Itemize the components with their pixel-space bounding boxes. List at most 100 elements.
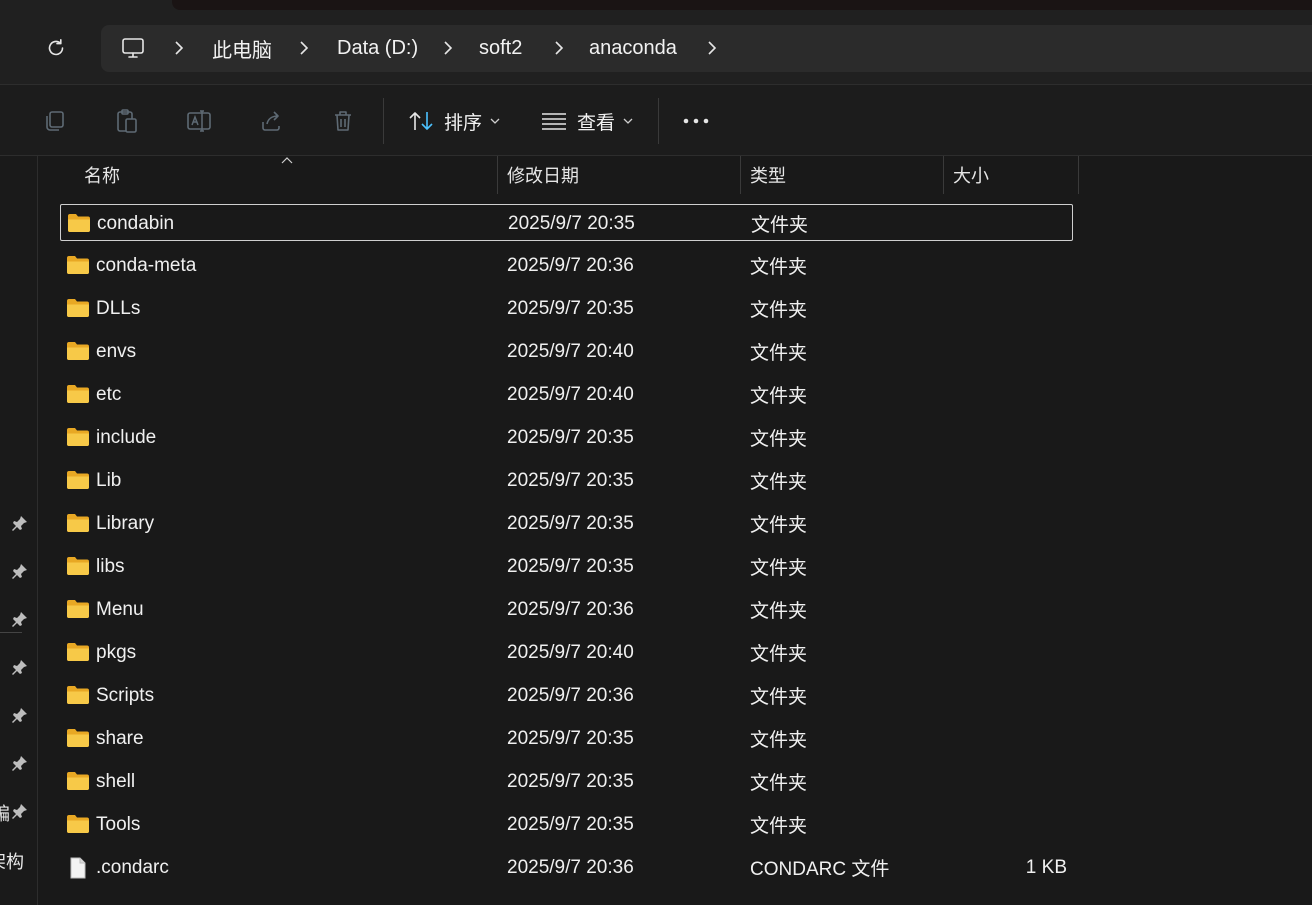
nav-item-label-partial[interactable]: 架构: [0, 848, 24, 874]
file-row[interactable]: DLLs 2025/9/7 20:35 文件夹: [60, 290, 1073, 327]
file-type: 文件夹: [750, 773, 808, 794]
copy-icon: [46, 111, 64, 131]
file-name: pkgs: [96, 641, 137, 663]
breadcrumb-item-this-pc[interactable]: 此电脑: [212, 25, 272, 72]
file-row[interactable]: include 2025/9/7 20:35 文件夹: [60, 419, 1073, 456]
breadcrumb[interactable]: 此电脑 Data (D:) soft2 anaconda: [101, 25, 1312, 72]
folder-icon: [66, 728, 90, 748]
file-name: include: [96, 426, 157, 448]
column-header-name[interactable]: 名称: [84, 156, 120, 194]
paste-button[interactable]: [107, 101, 147, 141]
file-row[interactable]: shell 2025/9/7 20:35 文件夹: [60, 763, 1073, 800]
chevron-right-icon[interactable]: [440, 40, 456, 56]
file-modified-date: 2025/9/7 20:35: [507, 813, 634, 835]
file-row[interactable]: Scripts 2025/9/7 20:36 文件夹: [60, 677, 1073, 714]
file-type: 文件夹: [750, 472, 808, 493]
column-separator[interactable]: [1078, 156, 1079, 194]
column-separator[interactable]: [943, 156, 944, 194]
folder-icon: [66, 341, 90, 361]
column-header-type[interactable]: 类型: [750, 156, 786, 194]
pin-icon[interactable]: [11, 514, 29, 532]
file-modified-date: 2025/9/7 20:36: [507, 684, 634, 706]
file-modified-date: 2025/9/7 20:35: [507, 555, 634, 577]
file-modified-date: 2025/9/7 20:35: [507, 469, 634, 491]
pin-icon[interactable]: [11, 658, 29, 676]
file-name: Tools: [96, 813, 141, 835]
chevron-right-icon[interactable]: [171, 40, 187, 56]
chevron-right-icon[interactable]: [704, 40, 720, 56]
folder-icon: [66, 427, 90, 447]
folder-icon: [66, 642, 90, 662]
nav-divider: [0, 632, 22, 633]
file-row[interactable]: Library 2025/9/7 20:35 文件夹: [60, 505, 1073, 542]
chevron-down-icon: [490, 118, 500, 124]
folder-icon: [66, 384, 90, 404]
refresh-icon: [48, 39, 64, 56]
folder-icon: [66, 556, 90, 576]
column-header-modified[interactable]: 修改日期: [507, 156, 579, 194]
folder-icon: [66, 685, 90, 705]
file-row[interactable]: conda-meta 2025/9/7 20:36 文件夹: [60, 247, 1073, 284]
file-list[interactable]: 名称 修改日期 类型 大小 condabin 2025/9/7 20:35 文件夹 c…: [38, 156, 1312, 905]
navigation-pane[interactable]: 编 架构: [0, 156, 38, 905]
file-modified-date: 2025/9/7 20:36: [507, 856, 634, 878]
file-name: shell: [96, 770, 136, 792]
nav-item-label-partial[interactable]: 编: [0, 800, 10, 826]
pin-icon[interactable]: [11, 802, 29, 820]
file-type: 文件夹: [750, 257, 808, 278]
pin-icon[interactable]: [11, 562, 29, 580]
chevron-right-icon[interactable]: [551, 40, 567, 56]
chevron-down-icon: [623, 118, 633, 124]
delete-button[interactable]: [323, 101, 363, 141]
file-row[interactable]: share 2025/9/7 20:35 文件夹: [60, 720, 1073, 757]
file-row[interactable]: .condarc 2025/9/7 20:36 CONDARC 文件 1 KB: [60, 849, 1073, 886]
folder-icon: [66, 255, 90, 275]
file-row[interactable]: Lib 2025/9/7 20:35 文件夹: [60, 462, 1073, 499]
file-modified-date: 2025/9/7 20:35: [507, 727, 634, 749]
breadcrumb-item-data-drive[interactable]: Data (D:): [337, 25, 418, 72]
sort-button[interactable]: 排序: [408, 101, 510, 141]
column-separator[interactable]: [497, 156, 498, 194]
copy-button[interactable]: [35, 101, 75, 141]
refresh-button[interactable]: [38, 30, 74, 66]
file-row[interactable]: condabin 2025/9/7 20:35 文件夹: [60, 204, 1073, 241]
file-row[interactable]: envs 2025/9/7 20:40 文件夹: [60, 333, 1073, 370]
file-size: 1 KB: [1025, 856, 1067, 878]
rename-button[interactable]: [179, 101, 219, 141]
more-options-button[interactable]: [676, 101, 716, 141]
this-pc-icon[interactable]: [121, 37, 145, 59]
file-row[interactable]: etc 2025/9/7 20:40 文件夹: [60, 376, 1073, 413]
file-type: 文件夹: [750, 816, 808, 837]
share-icon: [262, 111, 280, 131]
file-row[interactable]: Tools 2025/9/7 20:35 文件夹: [60, 806, 1073, 843]
file-name: Library: [96, 512, 155, 534]
pin-icon[interactable]: [11, 610, 29, 628]
file-modified-date: 2025/9/7 20:35: [507, 512, 634, 534]
pin-icon[interactable]: [11, 754, 29, 772]
file-name: DLLs: [96, 297, 141, 319]
file-row[interactable]: libs 2025/9/7 20:35 文件夹: [60, 548, 1073, 585]
window-top-strip: [172, 0, 1312, 10]
file-type: CONDARC 文件: [750, 859, 890, 880]
file-name: envs: [96, 340, 137, 362]
column-header-size[interactable]: 大小: [953, 156, 989, 194]
view-button[interactable]: 查看: [541, 101, 643, 141]
file-type: 文件夹: [750, 300, 808, 321]
file-name: condabin: [97, 212, 175, 234]
file-name: .condarc: [96, 856, 169, 878]
chevron-right-icon[interactable]: [296, 40, 312, 56]
file-row[interactable]: Menu 2025/9/7 20:36 文件夹: [60, 591, 1073, 628]
share-button[interactable]: [251, 101, 291, 141]
file-row[interactable]: pkgs 2025/9/7 20:40 文件夹: [60, 634, 1073, 671]
folder-icon: [66, 771, 90, 791]
file-modified-date: 2025/9/7 20:40: [507, 383, 634, 405]
file-name: Scripts: [96, 684, 155, 706]
column-separator[interactable]: [740, 156, 741, 194]
file-name: libs: [96, 555, 125, 577]
breadcrumb-item-soft2[interactable]: soft2: [479, 25, 522, 72]
breadcrumb-item-anaconda[interactable]: anaconda: [589, 25, 677, 72]
toolbar-separator: [383, 98, 384, 144]
toolbar-separator: [658, 98, 659, 144]
pin-icon[interactable]: [11, 706, 29, 724]
file-modified-date: 2025/9/7 20:40: [507, 641, 634, 663]
